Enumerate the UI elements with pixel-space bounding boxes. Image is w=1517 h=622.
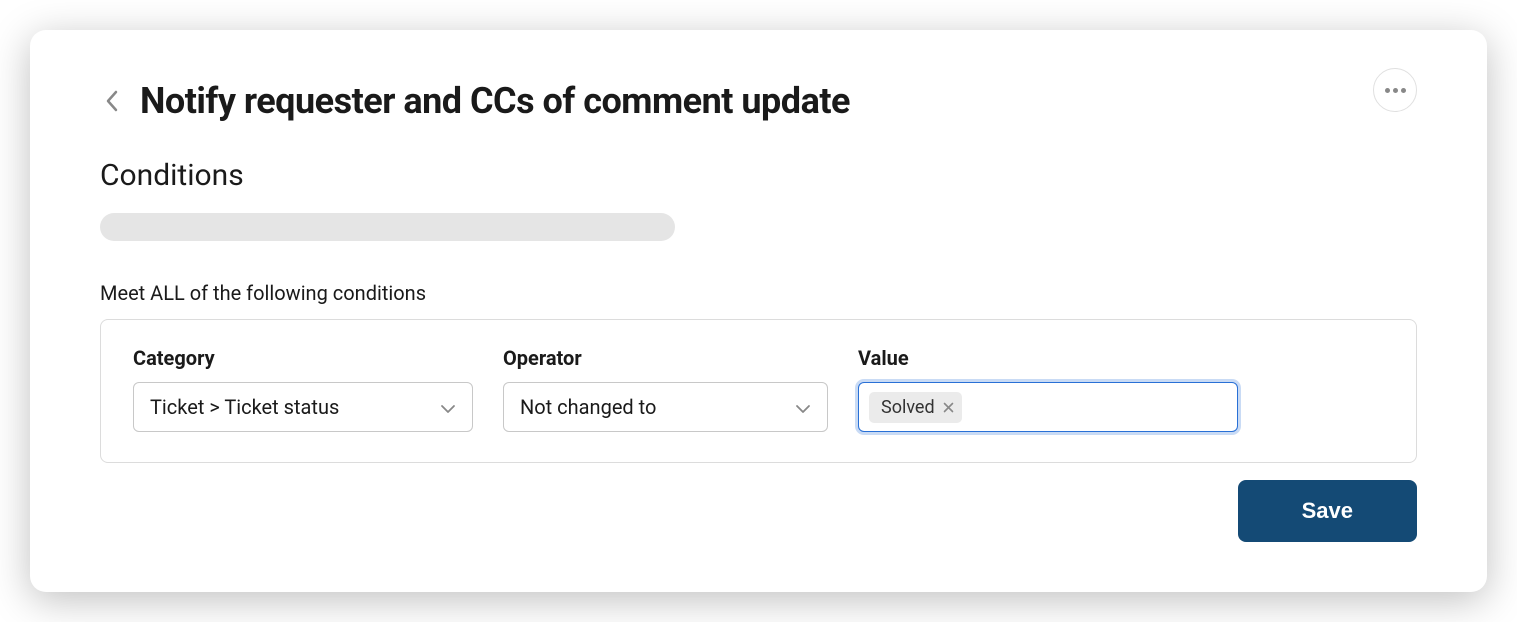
value-field-group: Value Solved (858, 346, 1238, 432)
operator-label: Operator (503, 346, 828, 370)
back-button[interactable] (100, 89, 124, 113)
placeholder-bar (100, 213, 675, 241)
value-multiselect[interactable]: Solved (858, 382, 1238, 432)
close-icon (943, 402, 954, 413)
dot-icon (1401, 88, 1406, 93)
value-label: Value (858, 346, 1238, 370)
dot-icon (1393, 88, 1398, 93)
chevron-down-icon (440, 395, 456, 419)
settings-card: Notify requester and CCs of comment upda… (30, 30, 1487, 592)
value-tag-text: Solved (881, 397, 935, 418)
operator-select[interactable]: Not changed to (503, 382, 828, 432)
page-header: Notify requester and CCs of comment upda… (100, 80, 1417, 122)
chevron-left-icon (105, 90, 119, 112)
category-select[interactable]: Ticket > Ticket status (133, 382, 473, 432)
category-select-value: Ticket > Ticket status (150, 395, 339, 419)
chevron-down-icon (795, 395, 811, 419)
category-label: Category (133, 346, 473, 370)
meet-all-label: Meet ALL of the following conditions (100, 281, 1417, 305)
section-heading: Conditions (100, 158, 1417, 193)
category-field-group: Category Ticket > Ticket status (133, 346, 473, 432)
page-title: Notify requester and CCs of comment upda… (140, 80, 850, 122)
remove-tag-button[interactable] (943, 402, 954, 413)
operator-select-value: Not changed to (520, 395, 656, 419)
footer-actions: Save (1238, 480, 1417, 542)
save-button[interactable]: Save (1238, 480, 1417, 542)
more-actions-button[interactable] (1373, 68, 1417, 112)
conditions-container: Category Ticket > Ticket status Operator… (100, 319, 1417, 463)
value-tag-solved: Solved (869, 392, 962, 423)
dot-icon (1385, 88, 1390, 93)
operator-field-group: Operator Not changed to (503, 346, 828, 432)
